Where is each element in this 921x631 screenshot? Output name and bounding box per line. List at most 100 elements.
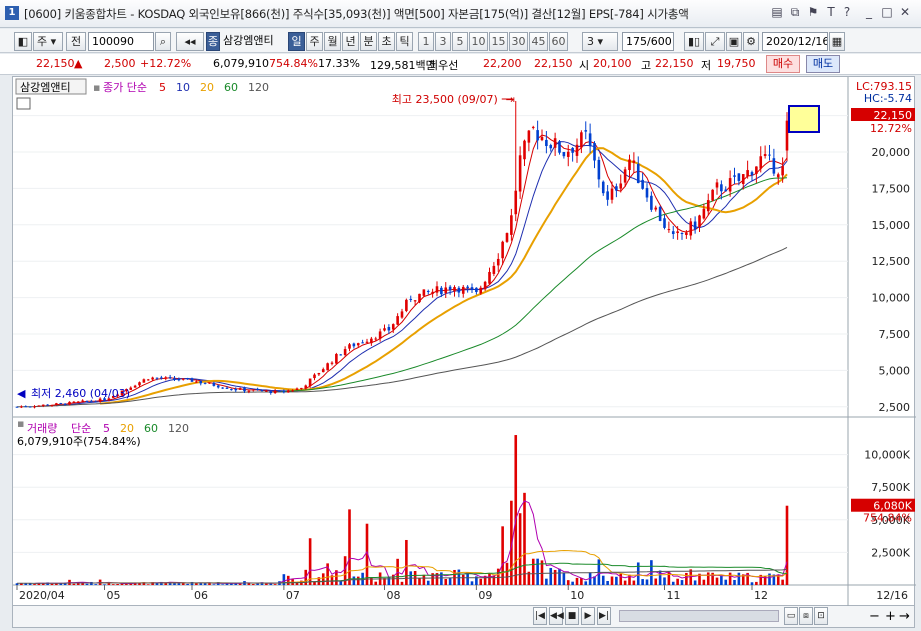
period-2[interactable]: 월 <box>324 32 341 51</box>
candle-body <box>383 328 386 331</box>
restore-icon[interactable]: ⧉ <box>788 5 802 19</box>
help-icon[interactable]: ? <box>840 5 854 19</box>
maximize-icon[interactable]: □ <box>880 5 894 19</box>
candle-body <box>650 195 653 210</box>
candle-body <box>444 287 448 294</box>
candle-body <box>46 404 49 406</box>
settings-icon[interactable]: ⚙ <box>743 32 759 51</box>
market-select[interactable]: 주 ▾ <box>33 32 63 51</box>
candle-body <box>391 324 395 330</box>
minute-10[interactable]: 10 <box>469 32 488 51</box>
scroll-first-icon[interactable]: |◀ <box>533 607 547 625</box>
scroll-right-icon[interactable]: → <box>899 609 910 624</box>
candle-body <box>636 164 640 184</box>
candle-body <box>55 403 58 405</box>
candle-body <box>374 338 378 340</box>
code-input[interactable]: 100090 <box>88 32 154 51</box>
minimize-icon[interactable]: _ <box>862 5 876 19</box>
candle-body <box>475 287 478 292</box>
volume-bar <box>706 572 710 585</box>
minute-60[interactable]: 60 <box>549 32 568 51</box>
x-axis-label: 07 <box>286 589 300 602</box>
zoom-reset-icon[interactable]: ▭ <box>784 607 798 625</box>
candle-body <box>378 331 382 339</box>
window-title: [0600] 키움종합차트 - KOSDAQ 외국인보유[866(천)] 주식수… <box>24 7 689 21</box>
n-select[interactable]: 3 ▾ <box>582 32 618 51</box>
candle-body <box>396 316 399 325</box>
scroll-back-icon[interactable]: ◀◀ <box>549 607 564 625</box>
candle-type-icon[interactable]: ▮▯ <box>684 32 704 51</box>
calendar-icon[interactable]: ▦ <box>829 32 845 51</box>
minute-45[interactable]: 45 <box>529 32 548 51</box>
candle-body <box>142 379 146 383</box>
zoom-in-icon[interactable]: + <box>885 609 896 624</box>
candle-body <box>212 382 216 386</box>
zoom-fit-icon[interactable]: ⊡ <box>814 607 828 625</box>
candle-body <box>593 143 596 161</box>
volume-bar <box>356 576 360 585</box>
x-axis-label: 11 <box>667 589 681 602</box>
save-icon[interactable]: ▣ <box>726 32 742 51</box>
scroll-fwd-icon[interactable]: ▶ <box>581 607 595 625</box>
period-3[interactable]: 년 <box>342 32 359 51</box>
text-icon[interactable]: T <box>824 5 838 19</box>
volume-bar <box>321 573 325 585</box>
x-axis-label: 06 <box>194 589 208 602</box>
prev-button[interactable]: 전 <box>66 32 86 51</box>
volume-bar <box>256 583 259 585</box>
candle-body <box>518 155 522 192</box>
draw-tool-icon[interactable]: ⤢ <box>705 32 725 51</box>
search-icon[interactable]: ⌕ <box>155 32 171 51</box>
candle-body <box>28 406 32 408</box>
stop-icon[interactable]: ■ <box>565 607 579 625</box>
zoom-icon[interactable]: ⧈ <box>799 607 813 625</box>
period-1[interactable]: 주 <box>306 32 323 51</box>
volume-bar <box>426 580 430 585</box>
volume-bar <box>348 509 351 585</box>
sound-icon[interactable]: ◂◂ <box>176 32 204 51</box>
candle-body <box>724 189 728 192</box>
minute-30[interactable]: 30 <box>509 32 528 51</box>
layout-icon[interactable]: ◧ <box>14 32 32 51</box>
volume-bar <box>352 576 356 585</box>
candle-body <box>409 298 413 300</box>
volume-bar <box>685 572 688 585</box>
volume-bar <box>203 583 207 585</box>
close-icon[interactable]: ✕ <box>898 5 912 19</box>
scroll-track[interactable] <box>619 610 779 622</box>
candle-body <box>370 338 373 344</box>
candle-body <box>566 151 570 157</box>
minute-15[interactable]: 15 <box>489 32 508 51</box>
buy-button[interactable]: 매수 <box>766 55 800 73</box>
chart-area[interactable]: 22,50020,00017,50015,00012,50010,0007,50… <box>12 76 916 607</box>
zoom-out-icon[interactable]: − <box>869 609 880 624</box>
candle-body <box>321 369 325 373</box>
volume-bar <box>387 576 391 585</box>
candle-body <box>435 286 439 293</box>
chart-svg[interactable]: 22,50020,00017,50015,00012,50010,0007,50… <box>13 77 916 607</box>
candle-body <box>15 406 19 408</box>
period-4[interactable]: 분 <box>360 32 377 51</box>
candle-body <box>575 144 579 156</box>
candle-body <box>251 389 255 391</box>
period-6[interactable]: 틱 <box>396 32 413 51</box>
volume-bar <box>501 526 504 585</box>
sell-button[interactable]: 매도 <box>806 55 840 73</box>
candle-body <box>190 378 194 382</box>
count-field[interactable]: 175/600 <box>622 32 674 51</box>
minute-3[interactable]: 3 <box>435 32 451 51</box>
candle-body <box>37 405 41 407</box>
volume-bar <box>208 583 211 585</box>
period-0[interactable]: 일 <box>288 32 305 51</box>
vol-ma-legend-120: 120 <box>168 422 189 435</box>
minute-5[interactable]: 5 <box>452 32 468 51</box>
pin-icon[interactable]: ⚑ <box>806 5 820 19</box>
volume-bar <box>549 567 553 585</box>
period-5[interactable]: 초 <box>378 32 395 51</box>
date-input[interactable]: 2020/12/16 <box>762 32 828 51</box>
scroll-last-icon[interactable]: ▶| <box>597 607 611 625</box>
volume-bar <box>470 581 474 585</box>
doc-icon[interactable]: ▤ <box>770 5 784 19</box>
minute-1[interactable]: 1 <box>418 32 434 51</box>
candle-body <box>291 390 294 392</box>
